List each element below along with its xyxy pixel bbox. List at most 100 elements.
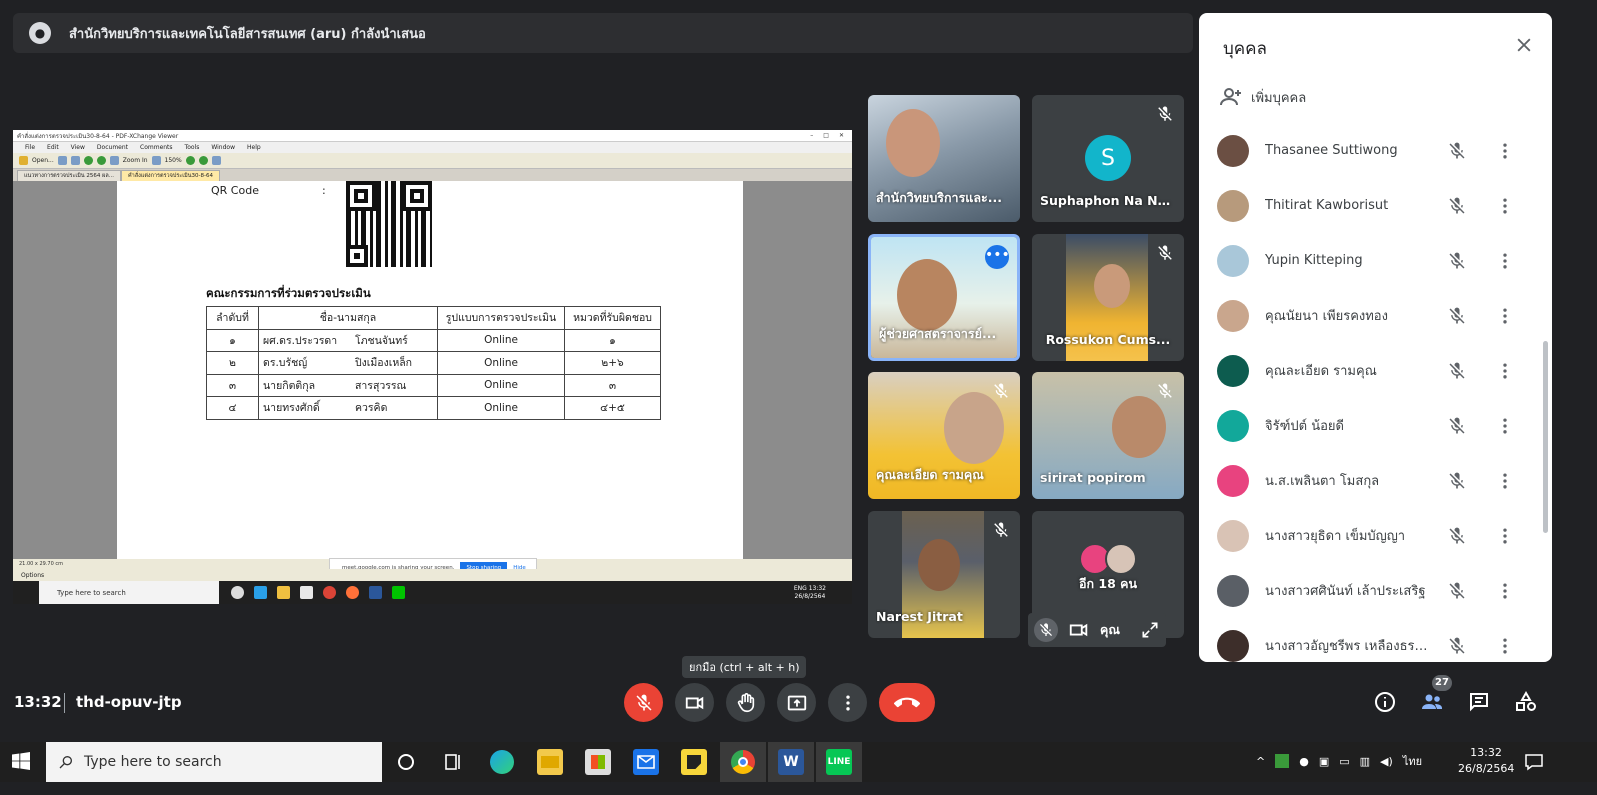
participant-tile[interactable]: Narest Jitrat xyxy=(868,511,1020,638)
pdf-toolbar: Open... Zoom In 150% xyxy=(13,153,852,169)
chevron-up-icon[interactable]: ^ xyxy=(1256,755,1265,768)
list-item[interactable]: Thasanee Suttiwong xyxy=(1199,123,1539,178)
more-count: อีก 18 คน xyxy=(1078,576,1138,591)
info-icon[interactable] xyxy=(1373,690,1397,714)
list-item[interactable]: Thitirat Kawborisut xyxy=(1199,178,1539,233)
add-people-button[interactable]: เพิ่มบุคคล xyxy=(1219,85,1306,109)
more-avatars xyxy=(1079,543,1137,575)
more-vert-icon[interactable] xyxy=(1495,196,1515,216)
participant-tile[interactable]: สำนักวิทยบริการและ... xyxy=(868,95,1020,222)
self-mic-off-icon[interactable] xyxy=(1034,618,1058,642)
word-icon xyxy=(369,586,382,599)
row-mode: Online xyxy=(437,328,565,352)
menu-tools: Tools xyxy=(184,144,200,151)
edge-app[interactable] xyxy=(489,749,515,775)
more-vert-icon[interactable] xyxy=(1495,471,1515,491)
camera-icon[interactable] xyxy=(1068,619,1090,641)
chrome-app[interactable] xyxy=(730,749,756,775)
network-icon[interactable]: ▥ xyxy=(1360,755,1370,768)
present-button[interactable] xyxy=(777,683,816,722)
committee-title: คณะกรรมการที่ร่วมตรวจประเมิน xyxy=(206,286,371,300)
notification-icon[interactable] xyxy=(1524,752,1544,772)
add-person-icon xyxy=(1220,88,1241,106)
tray-app-icon[interactable] xyxy=(1275,754,1290,768)
more-vert-icon[interactable] xyxy=(1495,636,1515,656)
language-indicator[interactable]: ไทย xyxy=(1403,752,1422,770)
windows-start-icon[interactable] xyxy=(12,752,30,770)
mic-off-icon[interactable] xyxy=(1447,526,1467,546)
taskbar-clock[interactable]: 13:32 26/8/2564 xyxy=(1458,745,1514,777)
microphone-icon[interactable]: ● xyxy=(1299,755,1309,768)
close-icon[interactable] xyxy=(1514,35,1534,55)
list-item[interactable]: นางสาวศศินันท์ เล้าประเสริฐ xyxy=(1199,563,1539,618)
people-list: Thasanee Suttiwong Thitirat Kawborisut Yup… xyxy=(1199,123,1539,662)
more-vert-icon[interactable] xyxy=(1495,581,1515,601)
scrollbar[interactable] xyxy=(1543,341,1548,533)
hang-up-icon xyxy=(894,697,920,707)
mic-off-icon[interactable] xyxy=(1447,251,1467,271)
pdf-window-title: คำสั่งแต่งการตรวจประเมิน30-8-64 - PDF-XC… xyxy=(17,132,179,140)
store-app[interactable] xyxy=(585,749,611,775)
mail-app[interactable] xyxy=(633,749,659,775)
participant-tile[interactable]: คุณละเอียด รามคุณ xyxy=(868,372,1020,499)
more-options-button[interactable]: ••• xyxy=(985,245,1010,269)
more-vert-icon[interactable] xyxy=(1495,361,1515,381)
security-icon[interactable]: ▣ xyxy=(1319,755,1329,768)
more-vert-icon[interactable] xyxy=(1495,526,1515,546)
mic-off-icon[interactable] xyxy=(1447,306,1467,326)
presenter-text: สำนักวิทยบริการและเทคโนโลยีสารสนเทศ (aru… xyxy=(69,26,426,42)
list-item[interactable]: น.ส.เพลินตา โมสกุล xyxy=(1199,453,1539,508)
mic-off-icon[interactable] xyxy=(1447,361,1467,381)
row-name: นายทรงศักดิ์ ควรคิด xyxy=(258,396,438,420)
mic-off-icon xyxy=(1158,383,1172,398)
people-icon[interactable] xyxy=(1420,690,1444,714)
sticky-notes-app[interactable] xyxy=(681,749,707,775)
file-explorer-app[interactable] xyxy=(537,749,563,775)
list-item[interactable]: จิรัฑ์ปต์ น้อยดี xyxy=(1199,398,1539,453)
expand-icon[interactable] xyxy=(1140,620,1160,640)
shared-screen[interactable]: คำสั่งแต่งการตรวจประเมิน30-8-64 - PDF-XC… xyxy=(13,130,852,604)
list-item[interactable]: คุณนัยนา เพียรคงทอง xyxy=(1199,288,1539,343)
row-section: ๔+๕ xyxy=(564,396,661,420)
more-vert-icon[interactable] xyxy=(1495,141,1515,161)
pdf-body: QR Code : คณะกรรมการที่ร่วมตรวจประเมิน ล… xyxy=(13,181,852,559)
participant-tile[interactable]: S Suphaphon Na No... xyxy=(1032,95,1184,222)
participant-tile[interactable]: sirirat popirom xyxy=(1032,372,1184,499)
mic-toggle-button[interactable] xyxy=(624,683,663,722)
cortana-icon[interactable] xyxy=(396,752,416,772)
mic-off-icon[interactable] xyxy=(1447,581,1467,601)
taskbar-search[interactable]: Type here to search xyxy=(46,742,382,782)
more-vert-icon[interactable] xyxy=(1495,306,1515,326)
list-item[interactable]: นางสาวยุธิดา เข็มบัญญา xyxy=(1199,508,1539,563)
participant-tile-speaking[interactable]: ••• ผู้ช่วยศาสตราจารย์... xyxy=(868,234,1020,361)
task-view-icon[interactable] xyxy=(443,752,463,772)
more-vert-icon[interactable] xyxy=(1495,416,1515,436)
mic-off-icon[interactable] xyxy=(1447,141,1467,161)
chat-icon[interactable] xyxy=(1467,690,1491,714)
line-app[interactable]: LINE xyxy=(826,749,852,775)
more-options-button[interactable] xyxy=(828,683,867,722)
raise-hand-button[interactable] xyxy=(726,683,765,722)
inner-taskbar: Type here to search ENG 13:32 26/8/2564 xyxy=(13,581,852,604)
list-item[interactable]: นางสาวอัญชรีพร เหลืองธรร... xyxy=(1199,618,1539,662)
mic-off-icon[interactable] xyxy=(1447,636,1467,656)
leave-call-button[interactable] xyxy=(879,683,935,722)
volume-icon[interactable]: ◀) xyxy=(1380,755,1393,768)
word-app[interactable]: W xyxy=(778,749,804,775)
list-item[interactable]: คุณละเอียด รามคุณ xyxy=(1199,343,1539,398)
battery-icon[interactable]: ▭ xyxy=(1339,755,1349,768)
list-item[interactable]: Yupin Kitteping xyxy=(1199,233,1539,288)
self-view-controls[interactable]: คุณ xyxy=(1028,613,1166,647)
presenter-bar: ● สำนักวิทยบริการและเทคโนโลยีสารสนเทศ (a… xyxy=(13,13,1193,53)
participant-tile[interactable]: Rossukon Cums... xyxy=(1032,234,1184,361)
more-vert-icon[interactable] xyxy=(1495,251,1515,271)
mic-off-icon[interactable] xyxy=(1447,416,1467,436)
mic-off-icon[interactable] xyxy=(1447,196,1467,216)
mic-off-icon[interactable] xyxy=(1447,471,1467,491)
inner-clock: ENG 13:32 26/8/2564 xyxy=(794,585,852,601)
pdf-tabs: แนวทางการตรวจประเมิน 2564 ผล... คำสั่งแต… xyxy=(13,169,852,181)
committee-table: ลำดับที่ ชื่อ-นามสกุล รูปแบบการตรวจประเม… xyxy=(206,306,661,420)
activities-icon[interactable] xyxy=(1514,690,1538,714)
table-row: ๓ นายกิตติกุล สารสุวรรณ Online ๓ xyxy=(206,373,661,397)
camera-toggle-button[interactable] xyxy=(675,683,714,722)
